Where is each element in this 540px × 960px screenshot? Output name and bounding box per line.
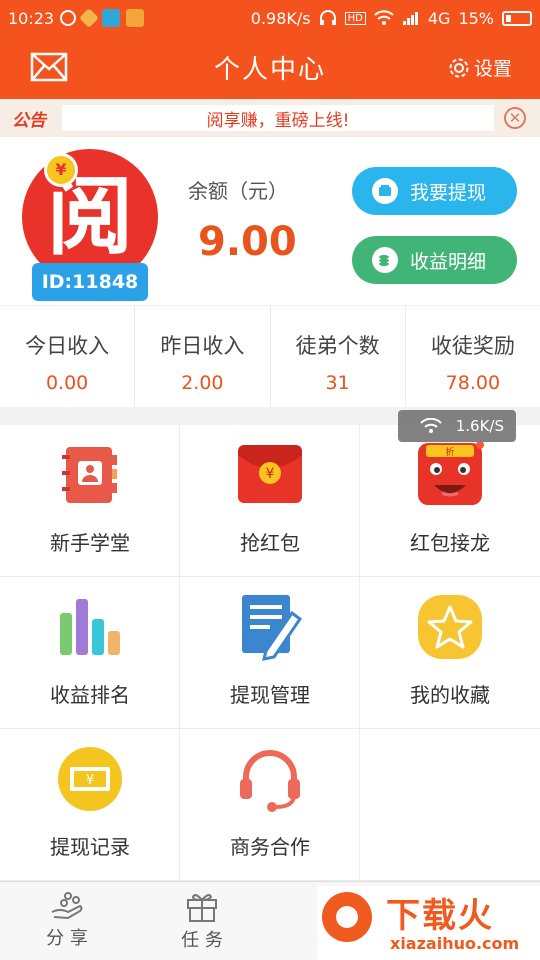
svg-text:¥: ¥: [266, 466, 275, 482]
stat-label: 今日收入: [25, 334, 110, 358]
contacts-book-icon: [62, 447, 117, 503]
feature-grid: 新手学堂 ¥ 抢红包 折 红包接龙 收益排名 提现管理 我的收藏 ¥ 提现记录 …: [0, 425, 540, 881]
nav-label: 任 务: [181, 930, 223, 951]
star-icon: [418, 595, 482, 659]
notification-lock-icon: [60, 10, 77, 26]
wifi-icon: [420, 418, 442, 433]
profile-card: 阅 ¥ ID:11848 余额（元） 9.00 我要提现 收益明细: [0, 137, 540, 305]
stat-apprentice-count[interactable]: 徒弟个数 31: [271, 306, 406, 407]
close-icon[interactable]: ✕: [504, 107, 526, 129]
wifi-icon: [374, 10, 394, 25]
headphones-icon: [319, 10, 336, 25]
grid-item-withdraw-manage[interactable]: 提现管理: [180, 577, 360, 729]
grid-item-earnings-rank[interactable]: 收益排名: [0, 577, 180, 729]
share-hand-icon: [51, 892, 83, 920]
notification-app-icon: [79, 8, 100, 28]
announcement-tag: 公告: [12, 110, 46, 131]
gift-icon: [187, 894, 217, 922]
grid-item-label: 红包接龙: [410, 531, 490, 555]
grid-item-business[interactable]: 商务合作: [180, 729, 360, 881]
svg-text:¥: ¥: [86, 773, 94, 788]
grid-item-label: 收益排名: [50, 683, 130, 707]
stat-value: 31: [325, 372, 350, 394]
nav-label: 分 享: [46, 928, 88, 949]
app-header: 个人中心 设置: [0, 36, 540, 99]
grid-item-label: 提现管理: [230, 683, 310, 707]
stat-recruit-reward[interactable]: 收徒奖励 78.00: [406, 306, 540, 407]
grid-item-label: 商务合作: [230, 835, 310, 859]
status-right: 0.98K/s HD 4G 15%: [251, 9, 532, 28]
notification-scan-icon: [102, 9, 121, 27]
network-type: 4G: [427, 8, 451, 28]
flame-logo-icon: [322, 892, 372, 942]
grid-item-label: 提现记录: [50, 835, 130, 859]
stat-label: 昨日收入: [160, 334, 245, 358]
grid-item-label: 我的收藏: [410, 683, 490, 707]
battery-icon: [502, 10, 532, 26]
grid-item-withdraw-record[interactable]: ¥ 提现记录: [0, 729, 180, 881]
stat-value: 0.00: [45, 372, 89, 394]
stats-row: 今日收入 0.00 昨日收入 2.00 徒弟个数 31 收徒奖励 78.00: [0, 305, 540, 407]
stat-label: 收徒奖励: [430, 334, 515, 358]
coin-icon: ¥: [44, 153, 78, 187]
battery-percent: 15%: [458, 8, 494, 28]
wallet-icon: [372, 178, 398, 204]
status-time: 10:23: [8, 8, 55, 28]
avatar[interactable]: 阅 ¥ ID:11848: [22, 149, 158, 301]
balance-label: 余额（元）: [188, 179, 288, 203]
stat-value: 2.00: [181, 372, 224, 394]
nav-share[interactable]: 分 享: [22, 890, 112, 950]
watermark-logo: 下载火 xiazaihuo.com: [318, 886, 540, 960]
network-speed: 0.98K/s: [250, 8, 311, 28]
coins-icon: [372, 247, 398, 273]
grid-item-favorites[interactable]: 我的收藏: [360, 577, 540, 729]
grid-item-beginner[interactable]: 新手学堂: [0, 425, 180, 577]
nav-tasks[interactable]: 任 务: [157, 890, 247, 952]
grid-empty-cell: [360, 729, 540, 881]
grid-item-label: 抢红包: [240, 531, 300, 555]
stat-label: 徒弟个数: [295, 334, 380, 358]
mail-icon[interactable]: [30, 52, 68, 82]
stat-today-income[interactable]: 今日收入 0.00: [0, 306, 136, 407]
money-note-icon: ¥: [58, 747, 122, 811]
stat-yesterday-income[interactable]: 昨日收入 2.00: [135, 306, 271, 407]
balance-value: 9.00: [198, 219, 297, 265]
bar-ranking-icon: [60, 599, 120, 655]
earnings-detail-button[interactable]: 收益明细: [352, 236, 517, 284]
settings-label: 设置: [473, 58, 512, 80]
announcement-text[interactable]: 阅享赚，重磅上线!: [62, 105, 494, 131]
svg-text:折: 折: [445, 446, 454, 458]
signal-icon: [402, 12, 418, 25]
earnings-detail-label: 收益明细: [410, 250, 487, 273]
network-speed-toast: 1.6K/S: [398, 410, 516, 442]
notification-orange-app-icon: [126, 9, 145, 27]
headset-icon: [240, 750, 300, 812]
status-bar: 10:23 0.98K/s HD 4G 15%: [0, 0, 540, 36]
status-left: 10:23: [8, 8, 145, 28]
grid-item-grab-red-packet[interactable]: ¥ 抢红包: [180, 425, 360, 577]
watermark-subtitle: xiazaihuo.com: [390, 934, 520, 953]
announcement-bar: 公告 阅享赚，重磅上线! ✕: [0, 99, 540, 137]
hd-icon: HD: [344, 11, 366, 25]
grid-item-red-packet-chain[interactable]: 折 红包接龙: [360, 425, 540, 577]
settings-button[interactable]: 设置: [448, 54, 512, 81]
watermark-title: 下载火: [386, 896, 494, 936]
stat-value: 78.00: [445, 372, 501, 394]
red-envelope-icon: ¥: [238, 445, 302, 503]
toast-speed-value: 1.6K/S: [455, 417, 504, 435]
red-envelope-dragon-icon: 折: [418, 441, 484, 505]
grid-item-label: 新手学堂: [50, 531, 130, 555]
gear-icon: [449, 58, 469, 77]
user-id-badge: ID:11848: [32, 263, 148, 301]
note-pen-icon: [242, 595, 303, 661]
withdraw-label: 我要提现: [410, 181, 487, 204]
withdraw-button[interactable]: 我要提现: [352, 167, 517, 215]
